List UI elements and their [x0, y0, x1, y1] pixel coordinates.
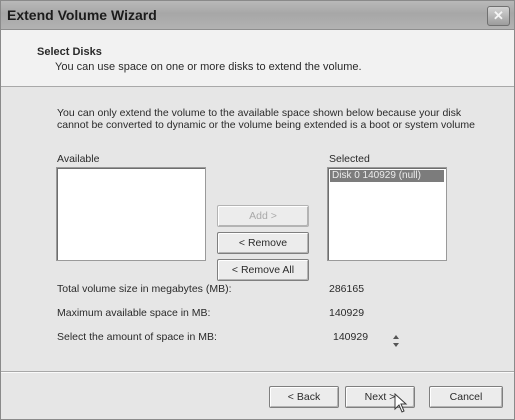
add-button[interactable]: Add >	[217, 205, 309, 227]
available-label: Available	[57, 153, 100, 165]
extend-description: You can only extend the volume to the av…	[57, 107, 475, 131]
wizard-body: You can only extend the volume to the av…	[1, 87, 514, 367]
max-space-value: 140929	[329, 307, 365, 319]
select-space-input[interactable]: 140929	[333, 331, 368, 343]
select-space-label: Select the amount of space in MB:	[57, 331, 217, 343]
header-subtitle: You can use space on one or more disks t…	[55, 61, 362, 73]
close-icon: ✕	[493, 8, 504, 23]
remove-button[interactable]: < Remove	[217, 232, 309, 254]
selected-disks-list[interactable]: Disk 0 140929 (null)	[327, 167, 447, 261]
spin-up-icon[interactable]	[393, 335, 399, 339]
header-title: Select Disks	[37, 46, 102, 58]
selected-disk-item[interactable]: Disk 0 140929 (null)	[330, 170, 444, 182]
remove-all-button[interactable]: < Remove All	[217, 259, 309, 281]
selected-label: Selected	[329, 153, 370, 165]
footer-divider	[1, 371, 514, 373]
mouse-pointer-icon	[394, 393, 408, 413]
back-button[interactable]: < Back	[269, 386, 339, 408]
available-disks-list[interactable]	[56, 167, 206, 261]
extend-volume-wizard-window: Extend Volume Wizard ✕ Select Disks You …	[0, 0, 515, 420]
wizard-header: Select Disks You can use space on one or…	[1, 30, 514, 87]
close-button[interactable]: ✕	[487, 6, 510, 26]
total-size-label: Total volume size in megabytes (MB):	[57, 283, 232, 295]
window-title: Extend Volume Wizard	[7, 7, 157, 23]
spin-down-icon[interactable]	[393, 343, 399, 347]
cancel-button[interactable]: Cancel	[429, 386, 503, 408]
title-bar: Extend Volume Wizard ✕	[1, 1, 514, 30]
spinner-arrows-icon[interactable]	[391, 331, 403, 351]
max-space-label: Maximum available space in MB:	[57, 307, 211, 319]
total-size-value: 286165	[329, 283, 365, 295]
